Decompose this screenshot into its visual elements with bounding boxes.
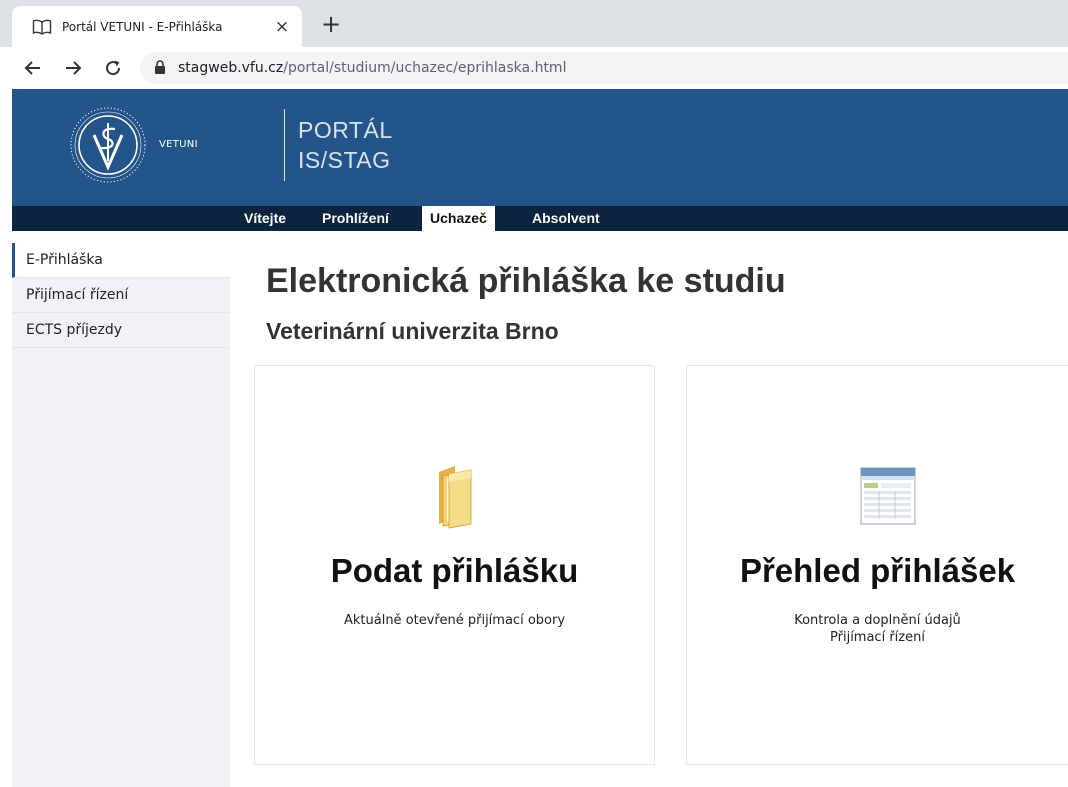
lock-icon: [154, 60, 168, 76]
forward-arrow-icon[interactable]: [60, 55, 86, 81]
university-seal-icon[interactable]: [68, 105, 148, 185]
portal-title-line-2: IS/STAG: [298, 147, 391, 173]
site-header: VETUNI PORTÁL IS/STAG: [12, 89, 1068, 206]
card-description-line: Kontrola a doplnění údajů: [794, 613, 961, 628]
url-host: stagweb.vfu.cz: [178, 60, 284, 76]
sidebar: E-Přihláška Přijímací řízení ECTS příjez…: [12, 243, 230, 787]
nav-item-absolvent[interactable]: Absolvent: [524, 206, 608, 231]
book-icon: [32, 18, 54, 36]
spreadsheet-icon: [859, 464, 919, 532]
portal-title-line-1: PORTÁL: [298, 117, 393, 143]
url-path: /portal/studium/uchazec/eprihlaska.html: [283, 60, 567, 76]
address-bar[interactable]: stagweb.vfu.cz/portal/studium/uchazec/ep…: [140, 52, 1068, 84]
back-arrow-icon[interactable]: [20, 55, 46, 81]
browser-toolbar: stagweb.vfu.cz/portal/studium/uchazec/ep…: [0, 47, 1068, 89]
browser-tabstrip: Portál VETUNI - E-Přihláška × +: [0, 0, 1068, 47]
folder-icon: [425, 464, 485, 532]
nav-item-vitejte[interactable]: Vítejte: [236, 206, 294, 231]
sidebar-item-e-prihlaska[interactable]: E-Přihláška: [12, 243, 230, 278]
card-title: Přehled přihlášek: [739, 552, 1016, 589]
card-description-line: Aktuálně otevřené přijímací obory: [343, 613, 566, 628]
sidebar-item-ects-prijezdy[interactable]: ECTS příjezdy: [12, 313, 230, 348]
nav-item-prohlizeni[interactable]: Prohlížení: [314, 206, 397, 231]
logo-text: VETUNI: [159, 139, 198, 150]
card-title: Podat přihlášku: [330, 552, 579, 589]
submit-application-card[interactable]: Podat přihlášku Aktuálně otevřené přijím…: [254, 365, 655, 765]
browser-tab[interactable]: Portál VETUNI - E-Přihláška ×: [12, 6, 302, 47]
page-subtitle: Veterinární univerzita Brno: [266, 318, 559, 344]
page-title: Elektronická přihláška ke studiu: [266, 262, 786, 300]
card-description: Aktuálně otevřené přijímací obory: [255, 612, 654, 629]
nav-item-uchazec[interactable]: Uchazeč: [422, 206, 495, 233]
url-text: stagweb.vfu.cz/portal/studium/uchazec/ep…: [178, 60, 566, 76]
sidebar-item-prijimaci-rizeni[interactable]: Přijímací řízení: [12, 278, 230, 313]
reload-icon[interactable]: [100, 55, 126, 81]
close-tab-icon[interactable]: ×: [272, 17, 292, 37]
header-divider: [284, 109, 285, 181]
tab-title: Portál VETUNI - E-Přihláška: [62, 19, 223, 34]
new-tab-button[interactable]: +: [316, 10, 346, 40]
applications-overview-card[interactable]: Přehled přihlášek Kontrola a doplnění úd…: [686, 365, 1068, 765]
main-nav: Vítejte Prohlížení Uchazeč Absolvent: [12, 206, 1068, 233]
card-description: Kontrola a doplnění údajů Přijímací říze…: [687, 612, 1068, 646]
card-description-line: Přijímací řízení: [830, 630, 925, 645]
